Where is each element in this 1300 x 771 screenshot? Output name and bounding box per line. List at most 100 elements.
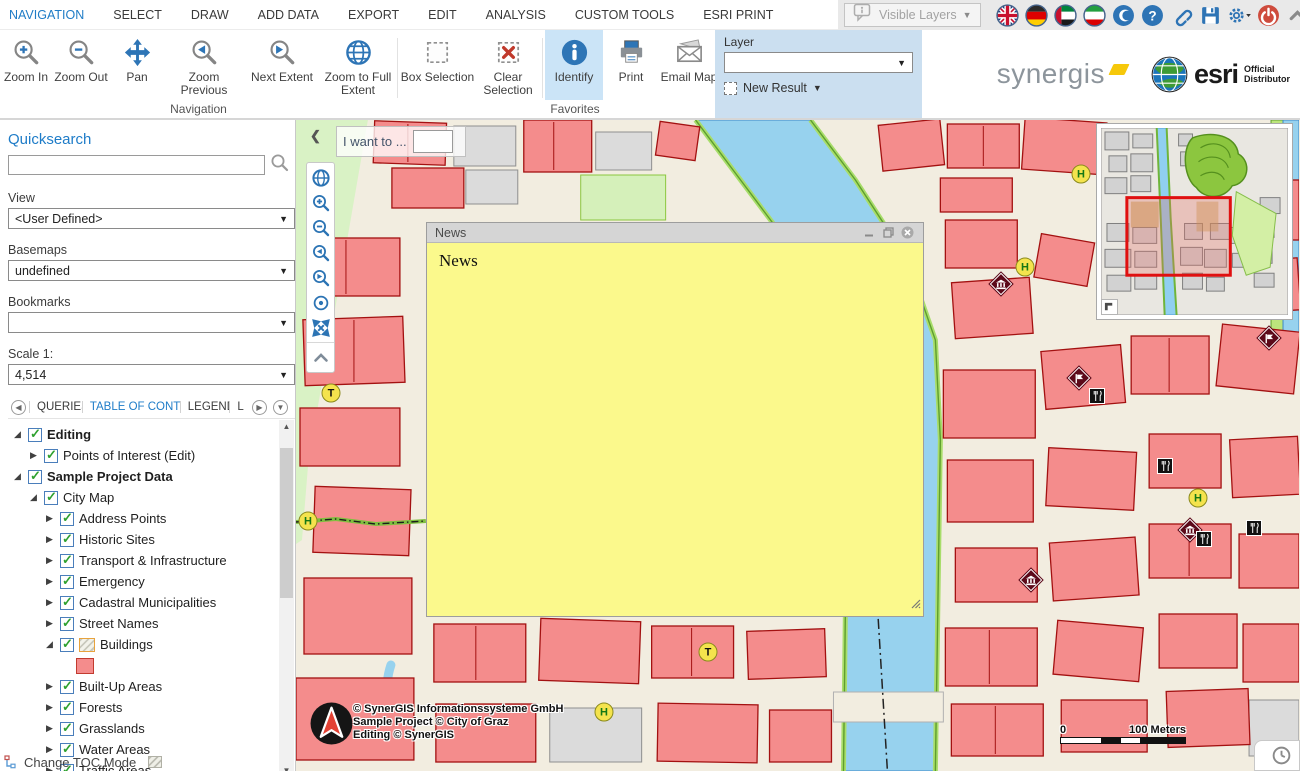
collapse-tools-button[interactable] [307, 345, 334, 370]
menu-item-draw[interactable]: DRAW [191, 8, 229, 22]
tree-item[interactable]: ▶Address Points [8, 508, 295, 529]
visible-layers-dropdown[interactable]: Visible Layers ▼ [844, 3, 981, 27]
resize-grip-icon[interactable] [910, 596, 921, 614]
zoom-out-button[interactable]: Zoom Out [52, 30, 110, 84]
layer-checkbox[interactable] [44, 491, 58, 505]
uae-flag-icon[interactable] [1054, 3, 1078, 27]
map-marker-restaurant[interactable] [1196, 531, 1212, 547]
search-icon[interactable] [270, 153, 289, 177]
zoom-out-tool[interactable] [307, 215, 334, 240]
layer-checkbox[interactable] [60, 575, 74, 589]
view-select[interactable]: <User Defined>▼ [8, 208, 295, 229]
map-marker-halt[interactable]: H [1016, 258, 1035, 277]
tab-legend[interactable]: LEGEND [180, 401, 230, 413]
map-marker-restaurant[interactable] [1089, 388, 1105, 404]
tree-item[interactable]: ◢Buildings [8, 634, 295, 655]
zoom-previous-button[interactable]: Zoom Previous [164, 30, 244, 97]
expand-node-icon[interactable]: ▶ [44, 618, 55, 629]
germany-flag-icon[interactable] [1025, 3, 1049, 27]
clear-selection-button[interactable]: Clear Selection [475, 30, 541, 97]
expand-node-icon[interactable]: ▶ [44, 723, 55, 734]
map-marker-restaurant[interactable] [1246, 520, 1262, 536]
overview-collapse-icon[interactable] [1101, 299, 1118, 315]
next-extent-button[interactable]: Next Extent [244, 30, 320, 84]
menu-item-export[interactable]: EXPORT [348, 8, 399, 22]
uk-flag-icon[interactable] [996, 3, 1020, 27]
layer-checkbox[interactable] [60, 701, 74, 715]
map-marker-tram[interactable]: T [322, 384, 341, 403]
tree-item[interactable]: ▶Grasslands [8, 718, 295, 739]
layer-checkbox[interactable] [60, 533, 74, 547]
scroll-up-icon[interactable]: ▲ [283, 420, 291, 434]
layer-checkbox[interactable] [28, 428, 42, 442]
overview-map-canvas[interactable] [1101, 128, 1288, 315]
email-map-button[interactable]: Email Map [659, 30, 719, 84]
layer-checkbox[interactable] [60, 722, 74, 736]
collapse-node-icon[interactable]: ◢ [12, 429, 23, 440]
scroll-down-icon[interactable]: ▼ [283, 764, 291, 771]
zoom-in-button[interactable]: Zoom In [0, 30, 52, 84]
layer-checkbox[interactable] [60, 554, 74, 568]
map-marker-halt[interactable]: H [595, 703, 614, 722]
layer-checkbox[interactable] [60, 596, 74, 610]
map-viewport[interactable]: ❮ I want to ... [296, 120, 1300, 771]
tree-item[interactable]: ▶Cadastral Municipalities [8, 592, 295, 613]
expand-node-icon[interactable]: ▶ [44, 681, 55, 692]
minimize-icon[interactable] [861, 226, 877, 240]
zoom-in-tool[interactable] [307, 190, 334, 215]
settings-gear-icon[interactable] [1228, 3, 1252, 27]
help-icon[interactable]: ? [1141, 3, 1165, 27]
box-selection-button[interactable]: Box Selection [400, 30, 475, 84]
tree-item[interactable]: ▶Emergency [8, 571, 295, 592]
menu-item-esri-print[interactable]: ESRI PRINT [703, 8, 773, 22]
menu-item-add-data[interactable]: ADD DATA [258, 8, 319, 22]
tree-item[interactable]: ▶Transport & Infrastructure [8, 550, 295, 571]
collapse-node-icon[interactable]: ◢ [44, 639, 55, 650]
news-window-titlebar[interactable]: News [427, 223, 923, 243]
layer-checkbox[interactable] [60, 638, 74, 652]
zoom-previous-tool[interactable] [307, 240, 334, 265]
layer-checkbox[interactable] [28, 470, 42, 484]
power-icon[interactable] [1257, 3, 1281, 27]
tree-item[interactable]: ▶Forests [8, 697, 295, 718]
tree-scrollbar[interactable]: ▲ ▼ [279, 420, 294, 771]
map-marker-restaurant[interactable] [1157, 458, 1173, 474]
expand-extent-tool[interactable] [307, 315, 334, 340]
expand-node-icon[interactable]: ▶ [44, 597, 55, 608]
expand-node-icon[interactable]: ▶ [44, 534, 55, 545]
map-marker-halt[interactable]: H [299, 512, 318, 531]
menu-item-custom-tools[interactable]: CUSTOM TOOLS [575, 8, 674, 22]
identify-button[interactable]: Identify [545, 30, 603, 100]
tree-item[interactable]: ◢Sample Project Data [8, 466, 295, 487]
layer-checkbox[interactable] [44, 449, 58, 463]
expand-node-icon[interactable]: ▶ [44, 702, 55, 713]
map-marker-tram[interactable]: T [699, 643, 718, 662]
quicksearch-title[interactable]: Quicksearch [8, 131, 295, 148]
sidebar-collapse-icon[interactable]: ❮ [310, 128, 321, 144]
tree-item[interactable]: ◢Editing [8, 424, 295, 445]
tree-item[interactable]: ▶Built-Up Areas [8, 676, 295, 697]
pan-button[interactable]: Pan [110, 30, 164, 84]
expand-node-icon[interactable]: ▶ [44, 576, 55, 587]
tree-item[interactable]: ▶Historic Sites [8, 529, 295, 550]
extent-rectangle[interactable] [1127, 198, 1230, 276]
tab-queries[interactable]: QUERIES [29, 401, 82, 413]
i-want-to-input[interactable] [413, 130, 453, 153]
map-marker-halt[interactable]: H [1189, 489, 1208, 508]
link-icon[interactable] [1170, 3, 1194, 27]
layer-checkbox[interactable] [60, 617, 74, 631]
print-button[interactable]: Print [603, 30, 659, 84]
restore-icon[interactable] [880, 226, 896, 240]
legend-swatch-row[interactable] [8, 655, 295, 676]
change-toc-mode-button[interactable]: Change TOC Mode [4, 753, 162, 771]
map-marker-flag[interactable] [1071, 370, 1087, 386]
basemaps-select[interactable]: undefined▼ [8, 260, 295, 281]
menu-item-edit[interactable]: EDIT [428, 8, 456, 22]
map-marker-museum[interactable] [993, 276, 1009, 292]
tab-table-of-content[interactable]: TABLE OF CONTENT [82, 401, 180, 413]
map-marker-flag[interactable] [1261, 330, 1277, 346]
menu-item-analysis[interactable]: ANALYSIS [486, 8, 546, 22]
collapse-up-icon[interactable] [1286, 3, 1300, 27]
history-clock-button[interactable] [1254, 740, 1300, 771]
expand-node-icon[interactable]: ▶ [44, 513, 55, 524]
